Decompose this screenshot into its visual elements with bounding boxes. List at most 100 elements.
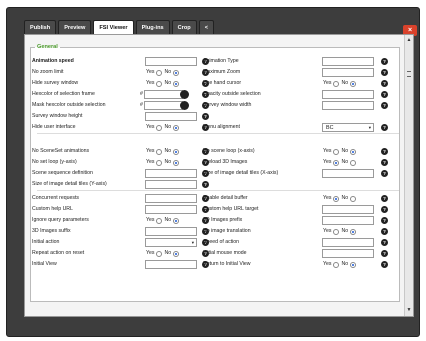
form-row-3d-images-prefix: 3D Images prefix? <box>203 215 388 226</box>
input-custom-help-url-target[interactable] <box>322 205 374 214</box>
radio-no-enable-detail-buffer[interactable] <box>350 195 357 202</box>
help-icon[interactable]: ? <box>381 206 388 213</box>
radio-no-no-image-translation[interactable] <box>350 228 357 235</box>
input-maximum-zoom[interactable] <box>322 68 374 77</box>
input-custom-help-url[interactable] <box>145 205 197 214</box>
tab-crop[interactable]: Crop <box>171 20 197 34</box>
yes-label: Yes <box>323 148 332 154</box>
input-size-of-image-detail-tiles-y-axis[interactable] <box>145 180 197 189</box>
form-row-enable-detail-buffer: Enable detail buffer Yes No? <box>203 193 388 204</box>
radio-no-repeat-action-on-reset[interactable] <box>173 250 180 257</box>
radio-no-hide-survey-window[interactable] <box>173 80 180 87</box>
radio-no-no-sceneset-animations[interactable] <box>173 148 180 155</box>
color-picker-icon[interactable] <box>180 90 189 99</box>
radio-yes-hide-user-interface[interactable] <box>156 124 163 131</box>
yesno-hide-survey-window: Yes No <box>146 78 181 89</box>
scroll-up-icon[interactable]: ▲ <box>405 36 413 45</box>
scroll-down-icon[interactable]: ▼ <box>405 306 413 315</box>
tab-publish[interactable]: Publish <box>24 20 57 34</box>
color-picker-icon[interactable] <box>180 101 189 110</box>
radio-yes-use-hand-cursor[interactable] <box>333 80 340 87</box>
label-hide-survey-window: Hide survey window <box>32 80 79 86</box>
label-3d-images-prefix: 3D Images prefix <box>203 217 243 223</box>
help-icon[interactable]: ? <box>381 148 388 155</box>
input-initial-view[interactable] <box>145 260 197 269</box>
input-size-of-image-detail-tiles-x-axis[interactable] <box>322 169 374 178</box>
vertical-scrollbar[interactable]: ▲ ▼ <box>404 35 413 316</box>
form-row-return-to-initial-view: Return to Initial View Yes No? <box>203 259 388 270</box>
radio-no-no-set-loop-y-axis[interactable] <box>173 159 180 166</box>
input-survey-window-height[interactable] <box>145 112 197 121</box>
radio-no-return-to-initial-view[interactable] <box>350 261 357 268</box>
tab-plug-ins[interactable]: Plug-ins <box>135 20 170 34</box>
input-scene-sequence-definition[interactable] <box>145 169 197 178</box>
radio-yes-no-zoom-limit[interactable] <box>156 69 163 76</box>
help-icon[interactable]: ? <box>381 239 388 246</box>
tab-preview[interactable]: Preview <box>58 20 92 34</box>
radio-yes-no-image-translation[interactable] <box>333 228 340 235</box>
radio-yes-no-set-loop-y-axis[interactable] <box>156 159 163 166</box>
tab-back[interactable]: < <box>198 20 214 34</box>
input-initial-mouse-mode[interactable] <box>322 249 374 258</box>
help-icon[interactable]: ? <box>381 195 388 202</box>
scroll-thumb[interactable] <box>407 71 411 77</box>
input-3d-images-suffix[interactable] <box>145 227 197 236</box>
help-icon[interactable]: ? <box>381 261 388 268</box>
yes-label: Yes <box>323 195 332 201</box>
form-row-3d-images-suffix: 3D Images suffix? <box>32 226 209 237</box>
help-icon[interactable]: ? <box>381 159 388 166</box>
radio-yes-repeat-action-on-reset[interactable] <box>156 250 163 257</box>
label-preload-3d-images: Preload 3D Images <box>203 159 248 165</box>
help-icon[interactable]: ? <box>381 58 388 65</box>
help-icon[interactable]: ? <box>381 91 388 98</box>
radio-no-preload-3d-images[interactable] <box>350 159 357 166</box>
help-icon[interactable]: ? <box>381 102 388 109</box>
form-row-mask-hexcolor-outside-selection: Mask hexcolor outside selection #? <box>32 100 209 111</box>
radio-no-no-zoom-limit[interactable] <box>173 69 180 76</box>
form-row-initial-mouse-mode: Initial mouse mode? <box>203 248 388 259</box>
label-opacity-outside-selection: Opacity outside selection <box>203 91 261 97</box>
yesno-use-hand-cursor: Yes No <box>323 78 358 89</box>
help-icon[interactable]: ? <box>381 69 388 76</box>
input-animation-type[interactable] <box>322 57 374 66</box>
radio-yes-hide-survey-window[interactable] <box>156 80 163 87</box>
radio-no-use-hand-cursor[interactable] <box>350 80 357 87</box>
help-icon[interactable]: ? <box>381 170 388 177</box>
label-ignore-query-parameters: Ignore query parameters <box>32 217 89 223</box>
form-row-ignore-query-parameters: Ignore query parameters Yes No? <box>32 215 209 226</box>
color-input-hexcolor-of-selection-frame[interactable] <box>144 90 183 99</box>
hash-symbol: # <box>140 102 143 108</box>
input-opacity-outside-selection[interactable] <box>322 90 374 99</box>
input-speed-of-action[interactable] <box>322 238 374 247</box>
radio-yes-enable-detail-buffer[interactable] <box>333 195 340 202</box>
radio-yes-no-sceneset-animations[interactable] <box>156 148 163 155</box>
radio-yes-no-scene-loop-x-axis[interactable] <box>333 148 340 155</box>
input-survey-window-width[interactable] <box>322 101 374 110</box>
form-row-maximum-zoom: Maximum Zoom? <box>203 67 388 78</box>
radio-no-hide-user-interface[interactable] <box>173 124 180 131</box>
help-icon[interactable]: ? <box>381 228 388 235</box>
label-no-zoom-limit: No zoom limit <box>32 69 64 75</box>
help-icon[interactable]: ? <box>381 80 388 87</box>
yesno-no-scene-loop-x-axis: Yes No <box>323 146 358 157</box>
label-use-hand-cursor: Use hand cursor <box>203 80 242 86</box>
help-icon[interactable]: ? <box>381 250 388 257</box>
section-title: General <box>37 44 58 50</box>
radio-yes-ignore-query-parameters[interactable] <box>156 217 163 224</box>
no-label: No <box>164 217 172 223</box>
select-menu-alignment[interactable]: BC ▾ <box>322 123 374 132</box>
yesno-enable-detail-buffer: Yes No <box>323 193 358 204</box>
label-repeat-action-on-reset: Repeat action on reset <box>32 250 85 256</box>
help-icon[interactable]: ? <box>381 124 388 131</box>
radio-no-no-scene-loop-x-axis[interactable] <box>350 148 357 155</box>
tab-fsi-viewer[interactable]: FSI Viewer <box>93 20 134 34</box>
select-initial-action[interactable]: ▾ <box>145 238 197 247</box>
input-3d-images-prefix[interactable] <box>322 216 374 225</box>
input-concurrent-requests[interactable] <box>145 194 197 203</box>
radio-no-ignore-query-parameters[interactable] <box>173 217 180 224</box>
input-animation-speed[interactable] <box>145 57 197 66</box>
radio-yes-preload-3d-images[interactable] <box>333 159 340 166</box>
color-input-mask-hexcolor-outside-selection[interactable] <box>144 101 183 110</box>
help-icon[interactable]: ? <box>381 217 388 224</box>
radio-yes-return-to-initial-view[interactable] <box>333 261 340 268</box>
